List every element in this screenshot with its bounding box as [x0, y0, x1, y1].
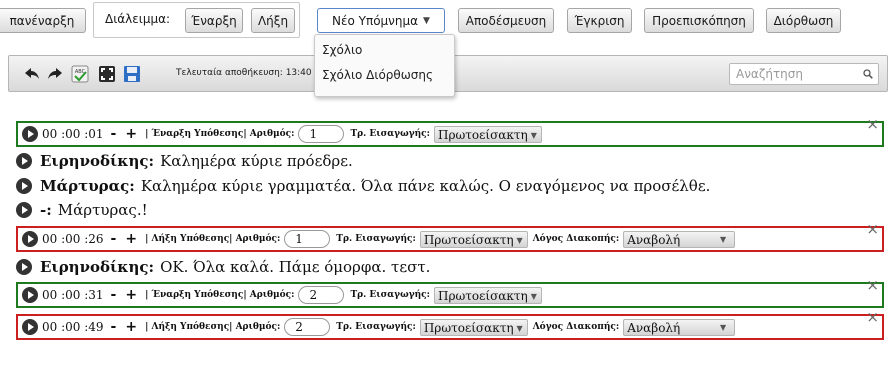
- plus-button[interactable]: +: [125, 287, 137, 303]
- entry-type-select[interactable]: Πρωτοείσακτη ▼: [433, 286, 542, 304]
- menu-item-correction-comment[interactable]: Σχόλιο Διόρθωσης: [322, 68, 433, 82]
- break-reason-label: Λόγος Διακοπής:: [532, 234, 620, 244]
- last-saved-text: Τελευταία αποθήκευση: 13:40: [176, 68, 312, 78]
- entry-type-value: Πρωτοείσακτη: [437, 288, 528, 303]
- case-end-marker: 00 :00 :26 - + | Λήξη Υπόθεσης| Αριθμός:…: [16, 222, 884, 252]
- close-icon[interactable]: ×: [866, 278, 879, 293]
- break-reason-select[interactable]: Αναβολή ▼: [623, 318, 736, 336]
- chevron-down-icon: ▼: [720, 234, 727, 244]
- speech-text[interactable]: Μάρτυρας.!: [58, 201, 148, 219]
- search-icon: [863, 69, 873, 79]
- minus-button[interactable]: -: [111, 126, 117, 142]
- minus-button[interactable]: -: [111, 287, 117, 303]
- save-icon[interactable]: [121, 64, 143, 84]
- case-number-input[interactable]: 1: [284, 230, 331, 248]
- new-note-dropdown[interactable]: Νέο Υπόμνημα ▼: [317, 8, 445, 33]
- speaker-name: -:: [40, 201, 52, 219]
- minus-button[interactable]: -: [111, 319, 117, 335]
- close-icon[interactable]: ×: [866, 310, 879, 325]
- speech-line: -: Μάρτυρας.!: [16, 200, 148, 220]
- release-button[interactable]: Αποδέσμευση: [458, 8, 554, 33]
- minus-button[interactable]: -: [111, 231, 117, 247]
- search-placeholder: Αναζήτηση: [736, 67, 803, 81]
- plus-button[interactable]: +: [125, 126, 137, 142]
- speech-text[interactable]: Καλημέρα κύριε πρόεδρε.: [160, 152, 353, 170]
- restart-button[interactable]: πανέναρξη: [0, 8, 86, 33]
- fullscreen-icon[interactable]: [96, 64, 118, 84]
- break-reason-value: Αναβολή: [627, 232, 681, 247]
- entry-type-label: Τρ. Εισαγωγής:: [350, 129, 430, 139]
- timestamp: 00 :00 :49: [42, 320, 104, 334]
- spellcheck-icon[interactable]: ABC: [69, 64, 91, 84]
- chevron-down-icon: ▼: [720, 322, 727, 332]
- play-icon[interactable]: [16, 202, 32, 218]
- entry-type-value: Πρωτοείσακτη: [437, 127, 528, 142]
- case-start-marker: 00 :00 :31 - + | Έναρξη Υπόθεσης| Αριθμό…: [16, 278, 884, 308]
- close-icon[interactable]: ×: [866, 117, 879, 132]
- chevron-down-icon: ▼: [530, 291, 537, 301]
- preview-button[interactable]: Προεπισκόπηση: [644, 8, 754, 33]
- entry-type-select[interactable]: Πρωτοείσακτη ▼: [419, 230, 528, 248]
- entry-type-label: Τρ. Εισαγωγής:: [350, 290, 430, 300]
- chevron-down-icon: ▼: [530, 130, 537, 140]
- menu-item-comment[interactable]: Σχόλιο: [322, 43, 362, 57]
- plus-button[interactable]: +: [125, 231, 137, 247]
- break-reason-select[interactable]: Αναβολή ▼: [623, 230, 736, 248]
- chevron-down-icon: ▼: [516, 323, 523, 333]
- break-reason-value: Αναβολή: [627, 320, 681, 335]
- case-end-marker: 00 :00 :49 - + | Λήξη Υπόθεσης| Αριθμός:…: [16, 310, 884, 340]
- break-label: Διάλειμμα:: [105, 12, 171, 26]
- break-start-button[interactable]: Έναρξη: [185, 8, 243, 33]
- undo-icon[interactable]: [21, 64, 43, 84]
- break-end-button[interactable]: Λήξη: [251, 8, 295, 33]
- speaker-name: Μάρτυρας:: [40, 177, 135, 195]
- new-note-label: Νέο Υπόμνημα: [332, 13, 419, 28]
- approve-button[interactable]: Έγκριση: [567, 8, 632, 33]
- chevron-down-icon: ▼: [423, 15, 430, 26]
- entry-type-select[interactable]: Πρωτοείσακτη ▼: [433, 125, 542, 143]
- start-hypothesis-label: | Έναρξη Υπόθεσης| Αριθμός:: [145, 129, 295, 139]
- speech-line: Ειρηνοδίκης: ΟΚ. Όλα καλά. Πάμε όμορφα. …: [16, 257, 430, 277]
- speech-text[interactable]: Καλημέρα κύριε γραμματέα. Όλα πάνε καλώς…: [141, 177, 711, 195]
- play-icon[interactable]: [16, 259, 32, 275]
- speech-line: Μάρτυρας: Καλημέρα κύριε γραμματέα. Όλα …: [16, 176, 710, 196]
- search-input[interactable]: Αναζήτηση: [729, 63, 879, 85]
- end-hypothesis-label: | Λήξη Υπόθεσης| Αριθμός:: [145, 234, 281, 244]
- case-number-input[interactable]: 2: [284, 318, 331, 336]
- entry-type-label: Τρ. Εισαγωγής:: [336, 234, 416, 244]
- case-start-marker: 00 :00 :01 - + | Έναρξη Υπόθεσης| Αριθμό…: [16, 117, 884, 147]
- break-reason-label: Λόγος Διακοπής:: [532, 322, 620, 332]
- case-number-input[interactable]: 1: [298, 125, 345, 143]
- entry-type-label: Τρ. Εισαγωγής:: [336, 322, 416, 332]
- play-icon[interactable]: [16, 153, 32, 169]
- chevron-down-icon: ▼: [516, 235, 523, 245]
- redo-icon[interactable]: [44, 64, 66, 84]
- new-note-menu: Σχόλιο Σχόλιο Διόρθωσης: [314, 34, 455, 97]
- speech-line: Ειρηνοδίκης: Καλημέρα κύριε πρόεδρε.: [16, 151, 353, 171]
- entry-type-value: Πρωτοείσακτη: [423, 320, 514, 335]
- start-hypothesis-label: | Έναρξη Υπόθεσης| Αριθμός:: [145, 290, 295, 300]
- case-number-input[interactable]: 2: [298, 286, 345, 304]
- play-icon[interactable]: [16, 178, 32, 194]
- speaker-name: Ειρηνοδίκης:: [40, 258, 155, 276]
- close-icon[interactable]: ×: [866, 222, 879, 237]
- timestamp: 00 :00 :26: [42, 232, 104, 246]
- entry-type-value: Πρωτοείσακτη: [423, 232, 514, 247]
- correct-button[interactable]: Διόρθωση: [766, 8, 841, 33]
- timestamp: 00 :00 :31: [42, 288, 104, 302]
- timestamp: 00 :00 :01: [42, 127, 104, 141]
- plus-button[interactable]: +: [125, 319, 137, 335]
- speech-text[interactable]: ΟΚ. Όλα καλά. Πάμε όμορφα. τεστ.: [160, 258, 430, 276]
- end-hypothesis-label: | Λήξη Υπόθεσης| Αριθμός:: [145, 322, 281, 332]
- speaker-name: Ειρηνοδίκης:: [40, 152, 155, 170]
- entry-type-select[interactable]: Πρωτοείσακτη ▼: [419, 318, 528, 336]
